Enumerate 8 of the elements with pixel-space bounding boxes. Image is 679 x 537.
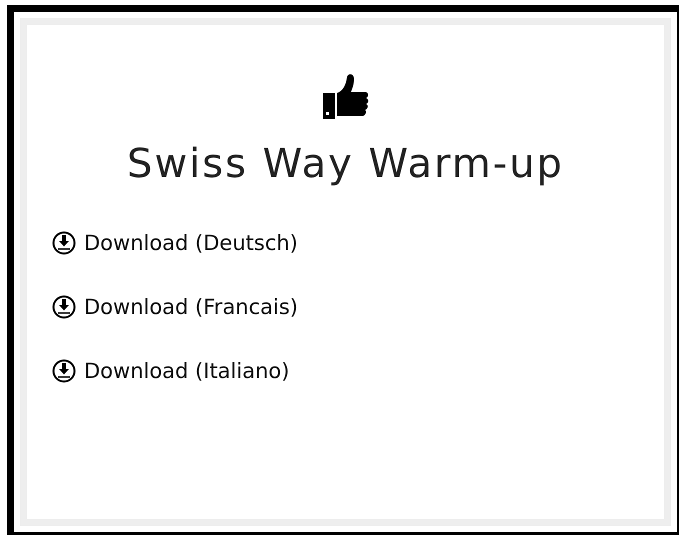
download-icon [52,295,76,319]
download-icon [52,359,76,383]
download-icon [52,231,76,255]
thumbs-up-icon [320,73,370,121]
download-link[interactable]: Download (Francais) [52,295,298,319]
download-link[interactable]: Download (Italiano) [52,359,290,383]
page-title: Swiss Way Warm-up [127,141,564,187]
download-link[interactable]: Download (Deutsch) [52,231,298,255]
